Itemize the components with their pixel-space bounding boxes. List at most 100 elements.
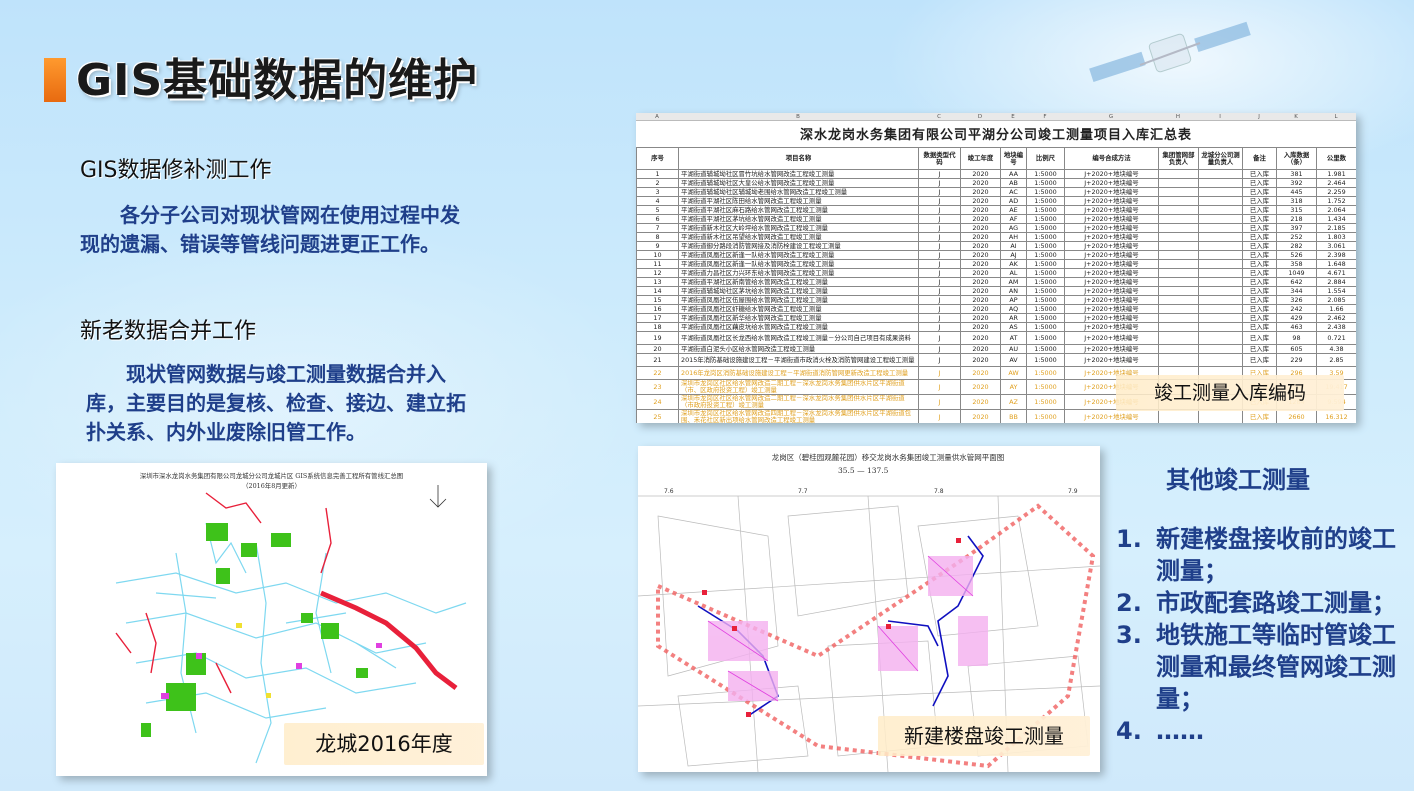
table-cell: 318 [1276,196,1317,206]
sheet-col-letter: B [796,114,800,120]
table-cell: 深圳市龙岗区社区给水管网改造四期工程－深水龙岗水务集团供水片区平湖街道包围、禾花… [678,409,919,423]
table-cell: J+2020+地块编号 [1064,241,1159,251]
sheet-header-cell: 地块编号 [1000,147,1027,170]
table-cell: 3.061 [1316,241,1356,251]
table-cell: 2020 [960,187,1001,197]
map-left-caption: 龙城2016年度 [284,723,484,765]
sheet-title: 深水龙岗水务集团有限公司平湖分公司竣工测量项目入库汇总表 [799,128,1192,143]
table-cell [1198,241,1243,251]
table-cell: 1.803 [1316,232,1356,242]
table-cell: 1:5000 [1026,187,1065,197]
table-cell: 1:5000 [1026,268,1065,278]
table-cell: 已入库 [1242,169,1277,179]
table-cell: 605 [1276,344,1317,354]
sheet-caption: 竣工测量入库编码 [1116,375,1344,411]
table-cell: 229 [1276,353,1317,367]
table-cell: 282 [1276,241,1317,251]
table-cell: J+2020+地块编号 [1064,259,1159,269]
table-cell: J [918,331,961,345]
list-item-number: 1. [1116,525,1142,553]
table-cell [1158,409,1199,423]
table-cell: J [918,223,961,233]
table-cell: 已入库 [1242,205,1277,215]
table-cell: 344 [1276,286,1317,296]
table-cell: 2.85 [1316,353,1356,367]
table-cell: J [918,304,961,314]
sheet-col-letter: H [1175,114,1181,120]
table-cell [1198,313,1243,323]
table-cell: 463 [1276,322,1317,332]
table-cell: 2.185 [1316,223,1356,233]
table-row: 17 平湖街道凤凰社区新华给水管网改造工程竣工测量 J 2020 AR 1:5000 J+2… [636,313,1356,323]
table-cell: 98 [1276,331,1317,345]
table-cell: 1:5000 [1026,353,1065,367]
table-cell: 2020 [960,196,1001,206]
table-cell: 已入库 [1242,313,1277,323]
table-cell: 17 [636,313,679,323]
table-cell [1158,223,1199,233]
table-cell: 深圳市龙岗区社区给水管网改造二期工程－深水龙岗水务集团供水片区平湖街道（市、区政… [678,379,919,395]
table-cell: AM [1000,277,1027,287]
table-cell: 2020 [960,322,1001,332]
table-cell: 2020 [960,286,1001,296]
table-cell [1158,322,1199,332]
table-cell: J [918,322,961,332]
table-cell: 0.721 [1316,331,1356,345]
table-row: 3 平湖街道辅城坳社区辅城坳老围给水管网改造工程竣工测量 J 2020 AC 1:5000… [636,187,1356,197]
table-cell [1158,205,1199,215]
table-row: 21 2015年消防基础设施建设工程－平湖街道市政消火栓及消防管网建设工程竣工测量… [636,353,1356,367]
table-cell: 392 [1276,178,1317,188]
table-cell: 2020 [960,277,1001,287]
table-cell: 18 [636,322,679,332]
table-cell: 1:5000 [1026,409,1065,423]
table-cell: 已入库 [1242,250,1277,260]
sheet-header-cell: 序号 [636,147,679,170]
table-cell: 2020 [960,205,1001,215]
table-cell: J+2020+地块编号 [1064,295,1159,305]
table-cell: J [918,394,961,410]
table-cell: 2020 [960,409,1001,423]
table-cell: J [918,214,961,224]
table-row: 10 平湖街道凤凰社区新逢一队给水管网改造工程竣工测量 J 2020 AJ 1:5000 J… [636,250,1356,260]
list-item: 3. 地铁施工等临时管竣工测量和最终管网竣工测量； [1116,619,1406,715]
sheet-col-letter: C [937,114,941,120]
table-cell: AE [1000,205,1027,215]
table-row: 15 平湖街道凤凰社区伍屋围给水管网改造工程竣工测量 J 2020 AP 1:5000 J+… [636,295,1356,305]
table-cell: 2015年消防基础设施建设工程－平湖街道市政消火栓及消防管网建设工程竣工测量 [678,353,919,367]
table-cell: 1:5000 [1026,196,1065,206]
table-cell [1158,313,1199,323]
table-cell: 1:5000 [1026,178,1065,188]
table-cell: J+2020+地块编号 [1064,344,1159,354]
table-cell: AH [1000,232,1027,242]
table-cell: 326 [1276,295,1317,305]
table-row: 1 平湖街道辅城坳社区冒竹坑给水管网改造工程竣工测量 J 2020 AA 1:5000 J+… [636,169,1356,179]
table-row: 2 平湖街道辅城坳社区大皇公给水管网改造工程竣工测量 J 2020 AB 1:5000 J+… [636,178,1356,188]
table-cell: 1:5000 [1026,169,1065,179]
list-item-text: …… [1156,717,1204,745]
list-item: 2. 市政配套路竣工测量； [1116,587,1406,619]
table-cell: 平湖街道辅城坳社区茅坑给水管网改造工程竣工测量 [678,286,919,296]
table-cell: 2020 [960,178,1001,188]
table-cell: 1:5000 [1026,259,1065,269]
table-cell: 358 [1276,259,1317,269]
table-cell: 平湖街道平湖社区新南管给水管网改造工程竣工测量 [678,277,919,287]
title-accent-bar [44,58,66,102]
table-cell: 1.434 [1316,214,1356,224]
table-cell: 315 [1276,205,1317,215]
table-cell: 2020 [960,304,1001,314]
table-cell: 397 [1276,223,1317,233]
table-cell: 1:5000 [1026,205,1065,215]
table-row: 18 平湖街道凤凰社区藕皮坑给水管网改造工程竣工测量 J 2020 AS 1:5000 J+… [636,322,1356,332]
table-cell: 1 [636,169,679,179]
table-cell: 1:5000 [1026,286,1065,296]
table-cell: J+2020+地块编号 [1064,178,1159,188]
table-cell: J [918,268,961,278]
table-cell: 1.752 [1316,196,1356,206]
table-cell: J [918,409,961,423]
table-cell: AC [1000,187,1027,197]
table-cell: 1.554 [1316,286,1356,296]
list-item-text: 新建楼盘接收前的竣工测量； [1156,525,1396,585]
table-cell [1198,409,1243,423]
table-cell: J+2020+地块编号 [1064,331,1159,345]
table-cell: J+2020+地块编号 [1064,286,1159,296]
